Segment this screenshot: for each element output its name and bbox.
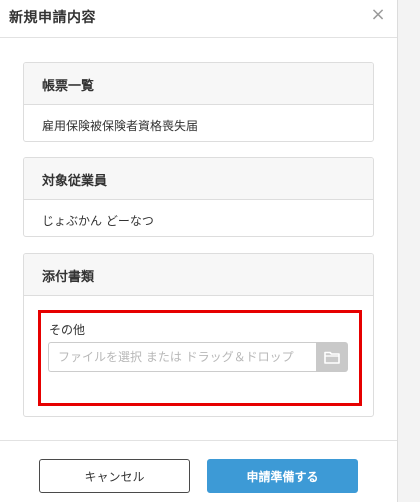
file-select-input[interactable] bbox=[48, 342, 316, 372]
form-list-panel: 帳票一覧 雇用保険被保険者資格喪失届 bbox=[23, 62, 374, 142]
target-employee-panel: 対象従業員 じょぶかん どーなつ bbox=[23, 157, 374, 237]
modal-header: 新規申請内容 × bbox=[0, 0, 397, 38]
folder-browse-button[interactable] bbox=[316, 342, 348, 372]
target-employee-value: じょぶかん どーなつ bbox=[42, 214, 154, 228]
folder-icon bbox=[324, 351, 340, 364]
attachments-heading: 添付書類 bbox=[24, 254, 373, 296]
form-list-heading: 帳票一覧 bbox=[24, 63, 373, 105]
modal-title: 新規申請内容 bbox=[9, 10, 96, 26]
cancel-button[interactable]: キャンセル bbox=[39, 459, 190, 493]
other-attachment-label: その他 bbox=[49, 323, 86, 337]
form-list-value: 雇用保険被保険者資格喪失届 bbox=[42, 119, 199, 133]
prepare-application-button[interactable]: 申請準備する bbox=[207, 459, 358, 493]
close-icon[interactable]: × bbox=[369, 6, 387, 24]
target-employee-heading: 対象従業員 bbox=[24, 158, 373, 200]
new-application-modal: 新規申請内容 × 帳票一覧 雇用保険被保険者資格喪失届 対象従業員 じょぶかん … bbox=[0, 0, 398, 502]
